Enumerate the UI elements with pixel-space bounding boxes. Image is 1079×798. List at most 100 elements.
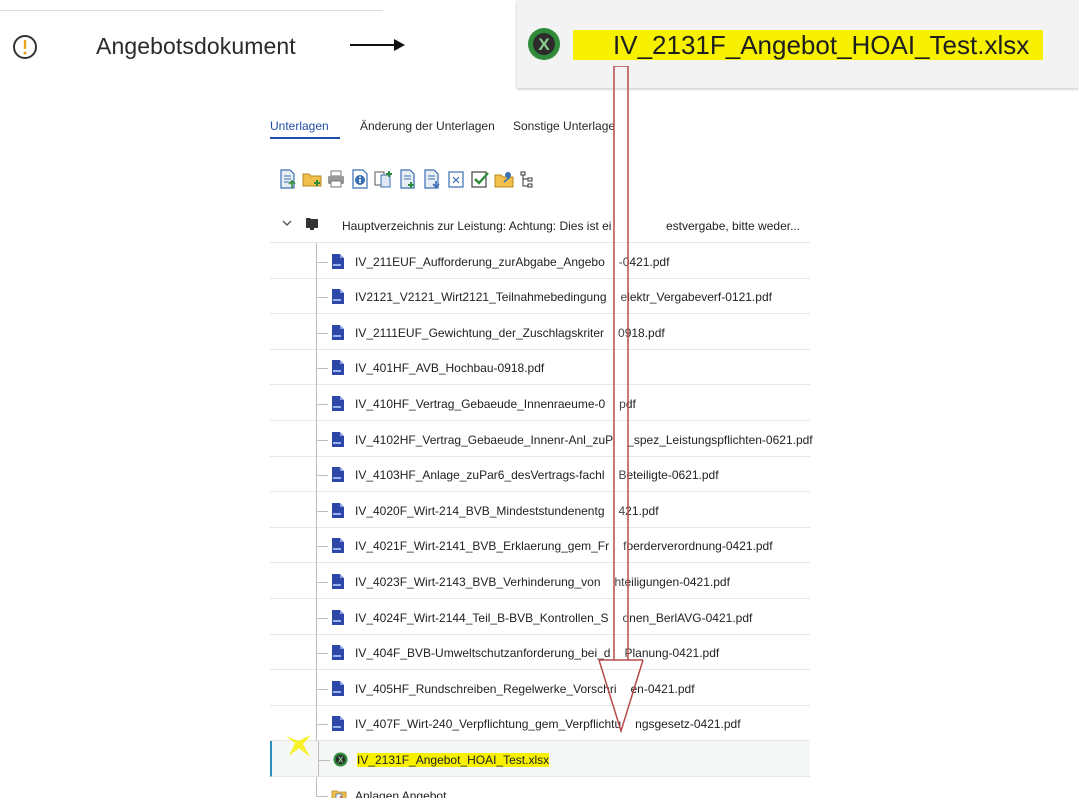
tree-root-label: Hauptverzeichnis zur Leistung: Achtung: … — [342, 219, 612, 233]
tree-connector — [316, 617, 328, 619]
file-name: IV_4102HF_Vertrag_Gebaeude_Innenr-Anl_zu… — [355, 432, 614, 447]
pdf-icon — [332, 289, 344, 305]
file-row[interactable]: IV_410HF_Vertrag_Gebaeude_Innenraeume-0 p… — [270, 385, 810, 421]
tree-connector — [316, 439, 328, 441]
file-name: IV_4020F_Wirt-214_BVB_Mindeststundenentg — [355, 503, 605, 518]
file-row[interactable]: IV2121_V2121_Wirt2121_Teilnahmebedingung… — [270, 278, 810, 315]
share-folder-icon[interactable] — [494, 169, 514, 189]
tree-root[interactable]: Hauptverzeichnis zur Leistung: Achtung: … — [270, 207, 810, 243]
tree-connector — [316, 349, 317, 386]
pdf-icon — [332, 574, 344, 589]
tree-root-label-tail: estvergabe, bitte weder... — [666, 219, 801, 233]
download-icon[interactable] — [422, 169, 442, 189]
file-name: IV_405HF_Rundschreiben_Regelwerke_Vorsch… — [355, 681, 617, 696]
tree-connector — [316, 491, 317, 528]
highlighted-file-name: IV_2131F_Angebot_HOAI_Test.xlsx — [357, 753, 550, 767]
compare-icon[interactable] — [374, 169, 394, 189]
tree-connector — [318, 741, 319, 777]
tree-connector — [316, 653, 328, 655]
svg-text:X: X — [538, 35, 550, 54]
file-name: IV_2111EUF_Gewichtung_der_Zuschlagskrite… — [355, 325, 605, 340]
tree-connector — [316, 368, 328, 370]
print-icon[interactable] — [326, 169, 346, 189]
pdf-icon — [332, 609, 344, 625]
right-arrow-icon — [350, 39, 405, 51]
tree-connector — [316, 634, 317, 671]
tab-label: Änderung der Unterlagen — [360, 119, 495, 133]
tree-connector — [316, 563, 317, 599]
file-row[interactable]: IV_4024F_Wirt-2144_Teil_B-BVB_Kontrollen… — [270, 598, 810, 635]
info-icon[interactable] — [350, 169, 370, 189]
upload-document-icon[interactable] — [278, 169, 298, 189]
file-row[interactable]: IV_4103HF_Anlage_zuPar6_desVertrags-fach… — [270, 456, 810, 493]
tree-connector — [316, 688, 328, 690]
pdf-icon — [332, 680, 344, 696]
tab-bar: Unterlagen Änderung der Unterlagen Sonst… — [268, 108, 810, 144]
pdf-icon — [332, 431, 344, 447]
excel-icon: X — [333, 752, 348, 767]
down-arrow-icon — [598, 66, 644, 734]
tree-connector — [316, 546, 328, 548]
file-name: IV_4023F_Wirt-2143_BVB_Verhinderung_von — [355, 575, 601, 589]
pdf-icon — [332, 467, 344, 483]
tree-connector — [316, 510, 328, 512]
file-name: IV_2131F_Angebot_HOAI_Test.xlsx — [613, 30, 1030, 60]
file-row[interactable]: IV_4020F_Wirt-214_BVB_Mindeststundenentg… — [270, 491, 810, 528]
active-tab-indicator — [270, 137, 340, 139]
divider — [0, 10, 383, 11]
approve-icon[interactable] — [470, 169, 490, 189]
tree-connector — [316, 795, 328, 797]
file-row[interactable]: IV_404F_BVB-Umweltschutzanforderung_bei_… — [270, 634, 810, 671]
excel-icon: X — [528, 28, 560, 60]
header-section: Angebotsdokument — [0, 0, 405, 90]
file-name: IV_4103HF_Anlage_zuPar6_desVertrags-fach… — [355, 468, 605, 483]
attachments-folder-row[interactable]: Anlagen Angebot — [270, 776, 810, 798]
tab-aenderung[interactable]: Änderung der Unterlagen — [360, 119, 495, 133]
file-name: IV_407F_Wirt-240_Verpflichtung_gem_Verpf… — [355, 717, 622, 732]
pdf-icon — [332, 645, 344, 661]
file-row[interactable]: IV_407F_Wirt-240_Verpflichtung_gem_Verpf… — [270, 705, 810, 742]
tree-connector — [316, 669, 317, 706]
file-name: IV_2131F_Angebot_HOAI_Test.xlsx — [357, 753, 550, 767]
tree-connector — [316, 420, 317, 457]
toolbar — [278, 169, 578, 193]
pdf-icon — [332, 716, 344, 732]
tab-unterlagen[interactable]: Unterlagen — [268, 118, 342, 133]
delete-icon[interactable] — [446, 169, 466, 189]
highlight-mark-icon — [286, 735, 311, 757]
pdf-icon — [332, 396, 344, 411]
new-folder-icon[interactable] — [302, 169, 322, 189]
pdf-icon — [332, 360, 344, 376]
tree-connector — [316, 598, 317, 635]
tree-connector — [316, 582, 328, 583]
file-row[interactable]: IV_4021F_Wirt-2141_BVB_Erklaerung_gem_Fr… — [270, 527, 810, 564]
tree-connector — [316, 261, 328, 263]
file-row[interactable]: IV_4023F_Wirt-2143_BVB_Verhinderung_von h… — [270, 563, 810, 599]
file-name: IV_4021F_Wirt-2141_BVB_Erklaerung_gem_Fr — [355, 539, 610, 554]
warning-circle-icon — [13, 35, 37, 59]
file-name: IV_4024F_Wirt-2144_Teil_B-BVB_Kontrollen… — [355, 610, 609, 625]
file-row[interactable]: IV_211EUF_Aufforderung_zurAbgabe_Angebo -… — [270, 242, 810, 279]
file-name: IV_404F_BVB-Umweltschutzanforderung_bei_… — [355, 646, 611, 661]
tree-view-icon[interactable] — [518, 169, 538, 189]
pdf-icon — [332, 502, 344, 518]
file-name: IV_410HF_Vertrag_Gebaeude_Innenraeume-0 — [355, 397, 606, 411]
folder-name: Anlagen Angebot — [355, 788, 447, 798]
add-document-icon[interactable] — [398, 169, 418, 189]
tree-connector — [316, 404, 328, 405]
document-browser: Unterlagen Änderung der Unterlagen Sonst… — [268, 108, 813, 798]
svg-text:X: X — [338, 756, 344, 765]
file-row[interactable]: IV_4102HF_Vertrag_Gebaeude_Innenr-Anl_zu… — [270, 420, 813, 457]
chevron-down-icon[interactable] — [281, 217, 293, 229]
tree-connector — [316, 475, 328, 477]
file-row[interactable]: IV_405HF_Rundschreiben_Regelwerke_Vorsch… — [270, 669, 810, 706]
file-name: IV2121_V2121_Wirt2121_Teilnahmebedingung — [355, 290, 607, 305]
tree-connector — [316, 313, 317, 350]
file-row[interactable]: IV_2111EUF_Gewichtung_der_Zuschlagskrite… — [270, 313, 810, 350]
file-row-selected[interactable]: X IV_2131F_Angebot_HOAI_Test.xlsx — [270, 741, 810, 777]
tree-connector — [318, 760, 330, 761]
file-row[interactable]: IV_401HF_AVB_Hochbau-0918.pdf — [270, 349, 810, 386]
tree-connector — [316, 385, 317, 421]
pdf-icon — [332, 253, 344, 269]
tree-connector — [316, 724, 328, 726]
